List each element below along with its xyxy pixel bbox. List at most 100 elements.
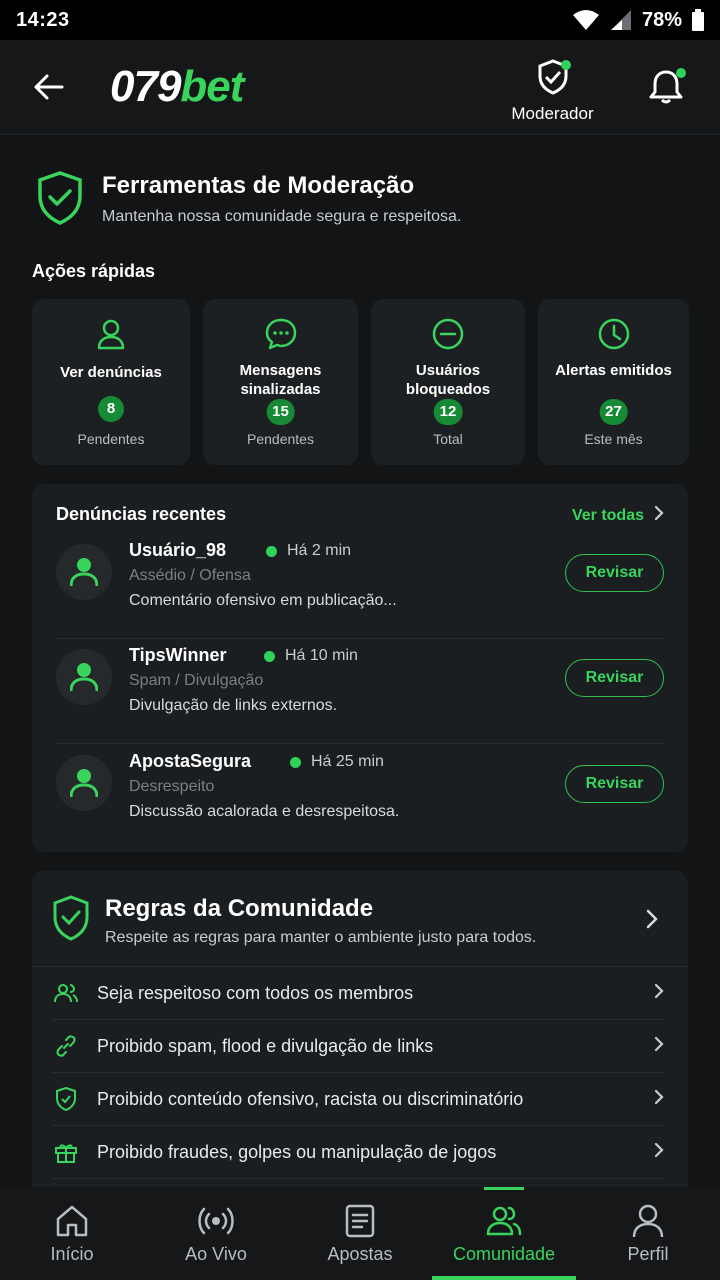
quick-card-alerts[interactable]: Alertas emitidos 27 Este mês: [538, 299, 689, 465]
nav-item-community[interactable]: Comunidade: [432, 1187, 576, 1280]
chevron-right-icon[interactable]: [646, 909, 658, 934]
see-all-link[interactable]: Ver todas: [572, 505, 664, 526]
status-time: 14:23: [16, 8, 70, 31]
report-time: Há 10 min: [264, 647, 358, 665]
review-button[interactable]: Revisar: [565, 554, 664, 592]
chevron-right-icon: [654, 1142, 664, 1163]
quick-card-count: 12: [433, 399, 463, 425]
bell-icon: [646, 70, 686, 110]
avatar: [56, 755, 112, 811]
nav-label: Apostas: [327, 1244, 393, 1264]
quick-card-flagged-messages[interactable]: Mensagens sinalizadas 15 Pendentes: [203, 299, 358, 465]
rule-text: Proibido conteúdo ofensivo, racista ou d…: [97, 1088, 524, 1109]
nav-item-live[interactable]: Ao Vivo: [144, 1187, 288, 1280]
report-category: Spam / Divulgação: [129, 672, 264, 689]
signal-icon: [610, 9, 632, 31]
quick-card-label: Ver denúncias: [60, 364, 162, 381]
nav-item-profile[interactable]: Perfil: [576, 1187, 720, 1280]
battery-level: 78%: [641, 8, 682, 31]
user-icon: [94, 317, 128, 351]
report-description: Divulgação de links externos.: [129, 697, 338, 714]
chat-icon: [264, 317, 298, 351]
nav-label: Início: [50, 1244, 94, 1264]
shield-check-icon: [52, 895, 90, 941]
gift-icon: [52, 1138, 80, 1166]
community-rules-card: Regras da Comunidade Respeite as regras …: [32, 871, 688, 1201]
quick-card-sub: Pendentes: [247, 431, 314, 447]
rule-text: Proibido fraudes, golpes ou manipulação …: [97, 1141, 497, 1162]
clock-icon: [597, 317, 631, 351]
quick-card-sub: Total: [433, 431, 463, 447]
rule-text: Proibido spam, flood e divulgação de lin…: [97, 1035, 434, 1056]
quick-card-count: 27: [599, 399, 628, 425]
avatar: [56, 544, 112, 600]
status-bar: 14:23 78%: [0, 0, 720, 40]
rule-item[interactable]: Proibido conteúdo ofensivo, racista ou d…: [52, 1073, 664, 1126]
report-row[interactable]: ApostaSegura Há 25 min Desrespeito Discu…: [56, 745, 664, 850]
report-category: Assédio / Ofensa: [129, 567, 251, 584]
report-username: Usuário_98: [129, 540, 227, 560]
notifications-button[interactable]: [646, 66, 688, 108]
quick-card-reports[interactable]: Ver denúncias 8 Pendentes: [32, 299, 190, 465]
ticket-icon: [342, 1203, 378, 1239]
report-username: TipsWinner: [129, 645, 227, 665]
quick-card-count: 8: [98, 396, 124, 422]
nav-label: Comunidade: [452, 1244, 556, 1264]
notification-dot: [676, 68, 686, 78]
quick-card-label: Mensagens sinalizadas: [239, 362, 322, 398]
live-icon: [198, 1203, 234, 1239]
quick-card-count: 15: [266, 399, 295, 425]
report-description: Comentário ofensivo em publicação...: [129, 592, 397, 609]
rule-text: Seja respeitoso com todos os membros: [97, 982, 414, 1003]
community-icon: [486, 1203, 522, 1239]
page-title: Ferramentas de Moderação: [102, 172, 415, 199]
rule-item[interactable]: Seja respeitoso com todos os membros: [52, 967, 664, 1020]
report-username: ApostaSegura: [129, 751, 252, 771]
app-header: 079bet Moderador: [0, 40, 720, 135]
chevron-right-icon: [654, 1036, 664, 1057]
rules-title[interactable]: Regras da Comunidade: [105, 895, 373, 923]
shield-check-icon: [533, 58, 573, 98]
recent-reports-card: Denúncias recentes Ver todas Usuário_98 …: [32, 484, 688, 852]
shield-check-icon: [52, 1085, 80, 1113]
back-arrow-icon[interactable]: [32, 70, 66, 104]
review-button[interactable]: Revisar: [565, 659, 664, 697]
battery-icon: [692, 9, 704, 31]
rule-item[interactable]: Proibido spam, flood e divulgação de lin…: [52, 1020, 664, 1073]
rule-item[interactable]: Proibido fraudes, golpes ou manipulação …: [52, 1126, 664, 1179]
home-icon: [54, 1203, 90, 1239]
nav-label: Perfil: [627, 1244, 669, 1264]
quick-card-sub: Este mês: [584, 431, 643, 447]
link-icon: [52, 1032, 80, 1060]
profile-icon: [630, 1203, 666, 1239]
nav-item-home[interactable]: Início: [0, 1187, 144, 1280]
quick-card-blocked-users[interactable]: Usuários bloqueados 12 Total: [371, 299, 525, 465]
quick-card-label: Alertas emitidos: [555, 362, 672, 379]
shield-check-icon: [36, 170, 84, 226]
recent-reports-title: Denúncias recentes: [56, 504, 227, 524]
nav-item-bets[interactable]: Apostas: [288, 1187, 432, 1280]
page-subtitle: Mantenha nossa comunidade segura e respe…: [102, 208, 462, 225]
report-time: Há 25 min: [290, 753, 384, 771]
avatar: [56, 649, 112, 705]
report-time: Há 2 min: [266, 542, 351, 560]
brand-logo[interactable]: 079bet: [110, 62, 244, 112]
block-icon: [431, 317, 465, 351]
nav-label: Ao Vivo: [185, 1244, 247, 1264]
moderation-hero: Ferramentas de Moderação Mantenha nossa …: [36, 168, 686, 238]
report-row[interactable]: Usuário_98 Há 2 min Assédio / Ofensa Com…: [56, 534, 664, 639]
quick-actions-title: Ações rápidas: [32, 261, 156, 281]
wifi-icon: [572, 9, 600, 31]
report-row[interactable]: TipsWinner Há 10 min Spam / Divulgação D…: [56, 639, 664, 744]
quick-card-sub: Pendentes: [77, 431, 145, 447]
chevron-right-icon: [654, 983, 664, 1004]
report-description: Discussão acalorada e desrespeitosa.: [129, 803, 400, 820]
quick-card-label: Usuários bloqueados: [405, 362, 491, 398]
chevron-right-icon: [654, 505, 664, 526]
users-icon: [52, 979, 80, 1007]
rules-subtitle: Respeite as regras para manter o ambient…: [105, 929, 537, 946]
moderator-label: Moderador: [511, 104, 594, 123]
moderator-badge[interactable]: Moderador: [505, 58, 600, 124]
bottom-navigation: Início Ao Vivo Apostas Comunidade Perfil: [0, 1187, 720, 1280]
review-button[interactable]: Revisar: [565, 765, 664, 803]
